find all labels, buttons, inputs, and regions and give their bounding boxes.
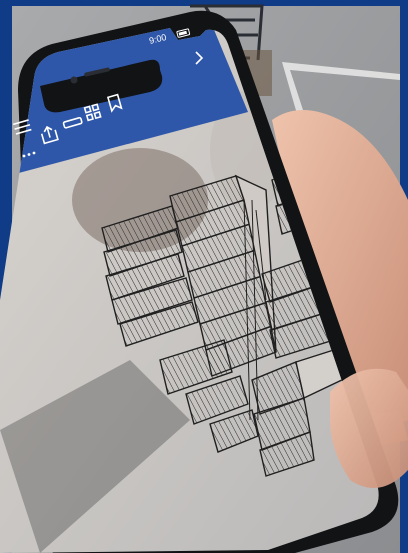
front-camera (70, 76, 78, 84)
photo-scene: 9:00 (0, 0, 408, 553)
